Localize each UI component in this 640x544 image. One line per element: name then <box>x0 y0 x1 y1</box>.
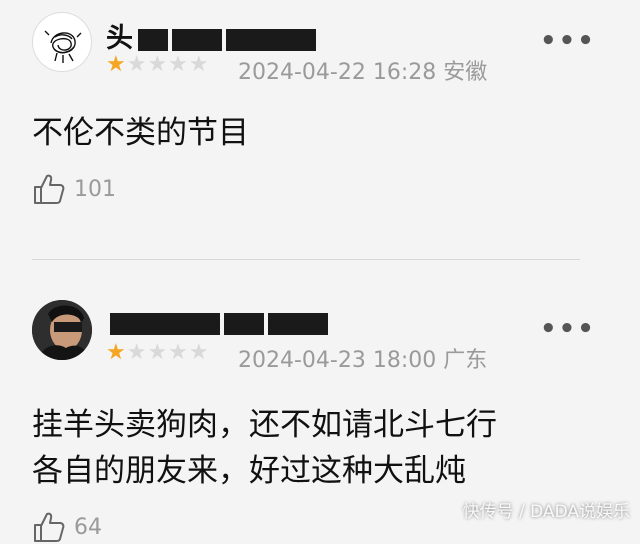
star-filled-icon: ★ <box>106 340 127 365</box>
censor-block <box>268 312 328 335</box>
censor-block <box>226 28 316 51</box>
comment-meta: 2024-04-22 16:28 安徽 <box>238 54 487 86</box>
censor-block <box>138 28 168 51</box>
thumbs-up-icon <box>34 174 65 204</box>
more-options-button[interactable]: ••• <box>540 26 596 56</box>
censor-block <box>110 312 220 335</box>
more-options-button[interactable]: ••• <box>540 314 596 344</box>
comment-card: ★★★★★ 2024-04-23 18:00 广东 ••• 挂羊头卖狗肉，还不如… <box>0 262 640 542</box>
avatar[interactable] <box>32 300 92 360</box>
star-filled-icon: ★ <box>106 52 127 77</box>
rating-stars: ★★★★★ <box>106 52 210 77</box>
thumbs-up-icon <box>34 512 65 542</box>
star-empty-icon: ★★★★ <box>126 340 210 365</box>
star-empty-icon: ★★★★ <box>126 52 210 77</box>
like-button[interactable]: 64 <box>32 510 102 544</box>
like-count: 101 <box>74 176 116 202</box>
like-count: 64 <box>74 514 102 540</box>
comment-text-line: 各自的朋友来，好过这种大乱炖 <box>32 453 466 489</box>
person-avatar-icon <box>32 300 92 360</box>
comment-text: 挂羊头卖狗肉，还不如请北斗七行 各自的朋友来，好过这种大乱炖 <box>32 402 497 494</box>
avatar[interactable] <box>32 12 92 72</box>
watermark: 快传号 / DADA说娱乐 <box>462 502 630 522</box>
comment-meta: 2024-04-23 18:00 广东 <box>238 342 487 374</box>
comment-card: 头 ★★★★★ 2024-04-22 16:28 安徽 ••• 不伦不类的节目 … <box>0 0 640 258</box>
censor-block <box>172 28 222 51</box>
username[interactable] <box>106 307 328 338</box>
comment-location: 安徽 <box>443 60 488 85</box>
like-button[interactable]: 101 <box>32 172 116 206</box>
divider <box>32 259 580 260</box>
comment-text-line: 挂羊头卖狗肉，还不如请北斗七行 <box>32 407 497 443</box>
censor-block <box>224 312 264 335</box>
comment-date: 2024-04-23 18:00 <box>238 348 437 373</box>
rating-stars: ★★★★★ <box>106 340 210 365</box>
comment-location: 广东 <box>443 348 488 373</box>
scribble-avatar-icon <box>44 30 82 63</box>
comment-text: 不伦不类的节目 <box>32 115 249 151</box>
comment-date: 2024-04-22 16:28 <box>238 60 437 85</box>
username[interactable]: 头 <box>106 16 316 55</box>
